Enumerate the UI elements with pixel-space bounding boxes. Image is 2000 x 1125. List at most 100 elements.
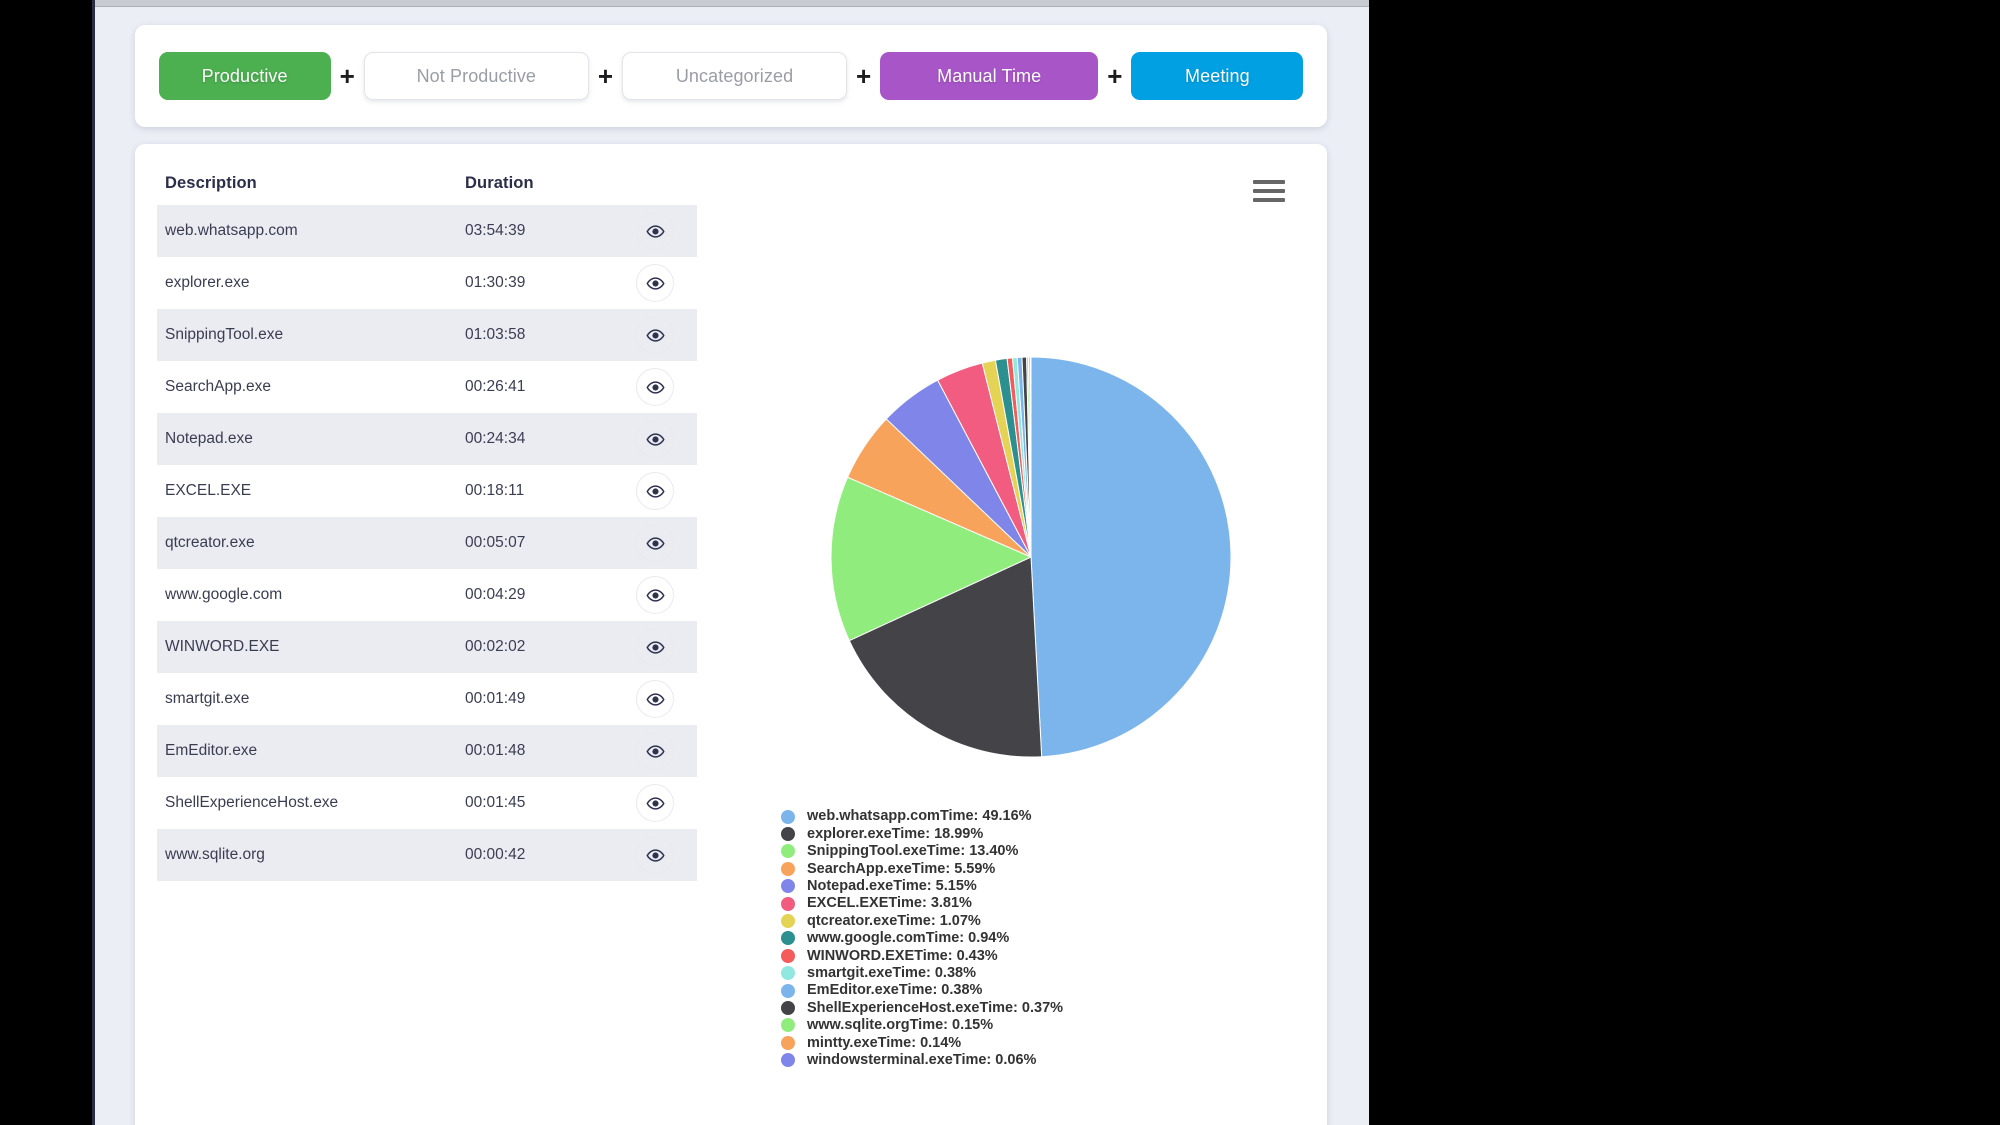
legend-item[interactable]: EmEditor.exeTime: 0.38% [781, 982, 1327, 999]
eye-icon[interactable] [636, 368, 674, 406]
plus-separator-icon: + [597, 61, 613, 91]
table-row[interactable]: SnippingTool.exe 01:03:58 [157, 309, 697, 361]
cell-description: WINWORD.EXE [165, 638, 280, 655]
table-row[interactable]: smartgit.exe 00:01:49 [157, 673, 697, 725]
eye-icon[interactable] [636, 264, 674, 302]
legend-label: SnippingTool.exeTime: 13.40% [807, 843, 1019, 860]
category-button-manual-time[interactable]: Manual Time [880, 52, 1099, 100]
cell-actions [615, 524, 695, 562]
eye-icon[interactable] [636, 628, 674, 666]
legend-swatch-icon [781, 1000, 795, 1015]
legend-label: qtcreator.exeTime: 1.07% [807, 912, 981, 929]
legend-swatch-icon [781, 827, 795, 842]
screen: Productive + Not Productive + Uncategorized +… [0, 0, 2000, 1125]
activity-summary-card: Description Duration web.whatsapp.com 03:… [135, 144, 1327, 1125]
cell-actions [615, 732, 695, 770]
cell-actions [615, 472, 695, 510]
eye-icon[interactable] [636, 524, 674, 562]
legend-item[interactable]: SnippingTool.exeTime: 13.40% [781, 843, 1327, 860]
pie-chart[interactable] [826, 352, 1236, 762]
table-row[interactable]: www.sqlite.org 00:00:42 [157, 829, 697, 881]
cell-duration: 01:03:58 [465, 326, 526, 343]
eye-icon[interactable] [636, 472, 674, 510]
legend-label: smartgit.exeTime: 0.38% [807, 964, 976, 981]
legend-item[interactable]: EXCEL.EXETime: 3.81% [781, 895, 1327, 912]
cell-description: SnippingTool.exe [165, 326, 284, 343]
browser-top-strip [92, 0, 1369, 7]
legend-label: mintty.exeTime: 0.14% [807, 1034, 962, 1051]
eye-icon[interactable] [636, 732, 674, 770]
pie-slice[interactable] [1030, 356, 1232, 758]
table-row[interactable]: www.google.com 00:04:29 [157, 569, 697, 621]
legend-label: SearchApp.exeTime: 5.59% [807, 860, 996, 877]
eye-icon[interactable] [636, 784, 674, 822]
legend-item[interactable]: windowsterminal.exeTime: 0.06% [781, 1051, 1327, 1068]
eye-icon[interactable] [636, 836, 674, 874]
legend-label: web.whatsapp.comTime: 49.16% [807, 808, 1032, 825]
column-header-description: Description [165, 174, 257, 192]
table-row[interactable]: WINWORD.EXE 00:02:02 [157, 621, 697, 673]
eye-icon[interactable] [636, 576, 674, 614]
cell-duration: 01:30:39 [465, 274, 526, 291]
cell-duration: 00:26:41 [465, 378, 526, 395]
cell-duration: 03:54:39 [465, 222, 526, 239]
category-button-uncategorized[interactable]: Uncategorized [622, 52, 847, 100]
cell-duration: 00:05:07 [465, 534, 526, 551]
legend-item[interactable]: Notepad.exeTime: 5.15% [781, 878, 1327, 895]
cell-actions [615, 836, 695, 874]
legend-item[interactable]: SearchApp.exeTime: 5.59% [781, 860, 1327, 877]
cell-actions [615, 628, 695, 666]
legend-item[interactable]: www.google.comTime: 0.94% [781, 930, 1327, 947]
legend-item[interactable]: www.sqlite.orgTime: 0.15% [781, 1017, 1327, 1034]
eye-icon[interactable] [636, 212, 674, 250]
eye-icon[interactable] [636, 680, 674, 718]
legend-label: explorer.exeTime: 18.99% [807, 825, 984, 842]
legend-item[interactable]: mintty.exeTime: 0.14% [781, 1034, 1327, 1051]
eye-icon[interactable] [636, 316, 674, 354]
category-button-productive[interactable]: Productive [158, 52, 331, 100]
legend-swatch-icon [781, 948, 795, 963]
table-row[interactable]: EmEditor.exe 00:01:48 [157, 725, 697, 777]
table-header-row: Description Duration [157, 174, 735, 205]
legend-swatch-icon [781, 914, 795, 929]
table-row[interactable]: Notepad.exe 00:24:34 [157, 413, 697, 465]
column-header-duration: Duration [465, 174, 534, 192]
table-row[interactable]: web.whatsapp.com 03:54:39 [157, 205, 697, 257]
category-button-not-productive[interactable]: Not Productive [363, 52, 589, 100]
table-row[interactable]: ShellExperienceHost.exe 00:01:45 [157, 777, 697, 829]
table-row[interactable]: SearchApp.exe 00:26:41 [157, 361, 697, 413]
legend-swatch-icon [781, 1018, 795, 1033]
legend-label: EXCEL.EXETime: 3.81% [807, 895, 972, 912]
cell-duration: 00:00:42 [465, 846, 526, 863]
cell-description: www.sqlite.org [165, 846, 265, 863]
legend-item[interactable]: WINWORD.EXETime: 0.43% [781, 947, 1327, 964]
legend-swatch-icon [781, 966, 795, 981]
table-row[interactable]: qtcreator.exe 00:05:07 [157, 517, 697, 569]
hamburger-menu-icon[interactable] [1253, 178, 1285, 204]
cell-description: SearchApp.exe [165, 378, 271, 395]
legend-label: ShellExperienceHost.exeTime: 0.37% [807, 999, 1064, 1016]
plus-separator-icon: + [339, 61, 355, 91]
pie-chart-panel: web.whatsapp.comTime: 49.16% explorer.exe… [735, 144, 1327, 1125]
eye-icon[interactable] [636, 420, 674, 458]
legend-item[interactable]: qtcreator.exeTime: 1.07% [781, 912, 1327, 929]
cell-description: www.google.com [165, 586, 283, 603]
legend-swatch-icon [781, 1035, 795, 1050]
legend-item[interactable]: web.whatsapp.comTime: 49.16% [781, 808, 1327, 825]
legend-label: windowsterminal.exeTime: 0.06% [807, 1051, 1037, 1068]
cell-actions [615, 212, 695, 250]
table-row[interactable]: explorer.exe 01:30:39 [157, 257, 697, 309]
cell-actions [615, 680, 695, 718]
category-button-meeting[interactable]: Meeting [1131, 52, 1304, 100]
table-row[interactable]: EXCEL.EXE 00:18:11 [157, 465, 697, 517]
cell-description: explorer.exe [165, 274, 250, 291]
legend-item[interactable]: smartgit.exeTime: 0.38% [781, 965, 1327, 982]
cell-description: web.whatsapp.com [165, 222, 298, 239]
table-body: web.whatsapp.com 03:54:39 explorer.exe 01:3… [157, 205, 735, 881]
cell-description: EXCEL.EXE [165, 482, 252, 499]
legend-label: Notepad.exeTime: 5.15% [807, 878, 977, 894]
cell-description: smartgit.exe [165, 690, 250, 707]
legend-item[interactable]: explorer.exeTime: 18.99% [781, 825, 1327, 842]
legend-item[interactable]: ShellExperienceHost.exeTime: 0.37% [781, 999, 1327, 1016]
legend-swatch-icon [781, 879, 795, 894]
